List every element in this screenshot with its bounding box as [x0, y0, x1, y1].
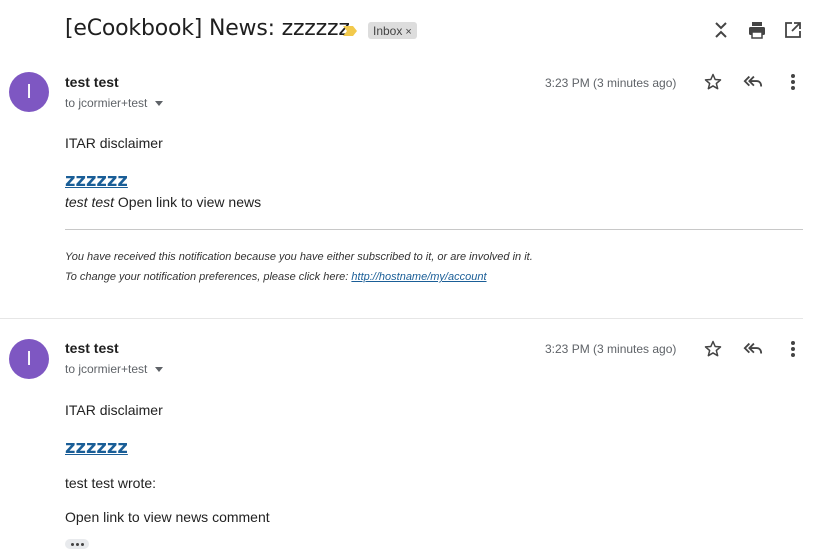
remove-label-icon[interactable]: ×: [405, 26, 411, 38]
chevron-down-icon[interactable]: [155, 100, 164, 106]
more-vert-icon[interactable]: [781, 70, 805, 94]
recipient-line: to jcormier+test: [65, 362, 164, 376]
news-summary: test test Open link to view news: [65, 194, 261, 210]
sender-name[interactable]: test test: [65, 340, 119, 356]
more-vert-icon[interactable]: [781, 337, 805, 361]
sender-name[interactable]: test test: [65, 74, 119, 90]
news-title-link[interactable]: zzzzzz: [65, 170, 128, 191]
recipient-text: to jcormier+test: [65, 362, 148, 376]
footer-prefix: To change your notification preferences,…: [65, 271, 349, 283]
chevron-down-icon[interactable]: [155, 366, 164, 372]
message-timestamp: 3:23 PM (3 minutes ago): [545, 342, 677, 356]
inbox-label-chip[interactable]: Inbox ×: [368, 22, 417, 39]
thread-subject: [eCookbook] News: zzzzzz: [65, 16, 350, 41]
open-in-new-window-icon[interactable]: [781, 18, 805, 42]
notification-footer-line2: To change your notification preferences,…: [65, 271, 487, 283]
open-link-text: Open link to view news comment: [65, 509, 270, 525]
star-icon[interactable]: [701, 337, 725, 361]
print-icon[interactable]: [745, 18, 769, 42]
open-link-text: Open link to view news: [117, 194, 262, 210]
thread-header: [eCookbook] News: zzzzzz Inbox ×: [0, 0, 814, 62]
reply-all-icon[interactable]: [741, 70, 765, 94]
recipient-line: to jcormier+test: [65, 96, 164, 110]
news-author: test test: [65, 194, 115, 210]
importance-marker-icon[interactable]: [342, 24, 358, 42]
star-icon[interactable]: [701, 70, 725, 94]
recipient-text: to jcormier+test: [65, 96, 148, 110]
avatar[interactable]: I: [9, 339, 49, 379]
notification-footer-line1: You have received this notification beca…: [65, 251, 533, 263]
reply-all-icon[interactable]: [741, 337, 765, 361]
quote-attribution: test test wrote:: [65, 475, 157, 491]
message-separator: [0, 318, 803, 319]
show-trimmed-content-icon[interactable]: [65, 539, 89, 549]
footer-divider: [65, 229, 803, 230]
avatar[interactable]: I: [9, 72, 49, 112]
news-title-link[interactable]: zzzzzz: [65, 437, 128, 458]
message-timestamp: 3:23 PM (3 minutes ago): [545, 76, 677, 90]
account-preferences-link[interactable]: http://hostname/my/account: [351, 271, 486, 283]
inbox-label-text: Inbox: [373, 24, 403, 38]
itar-disclaimer: ITAR disclaimer: [65, 135, 163, 151]
collapse-all-icon[interactable]: [709, 18, 733, 42]
itar-disclaimer: ITAR disclaimer: [65, 402, 163, 418]
